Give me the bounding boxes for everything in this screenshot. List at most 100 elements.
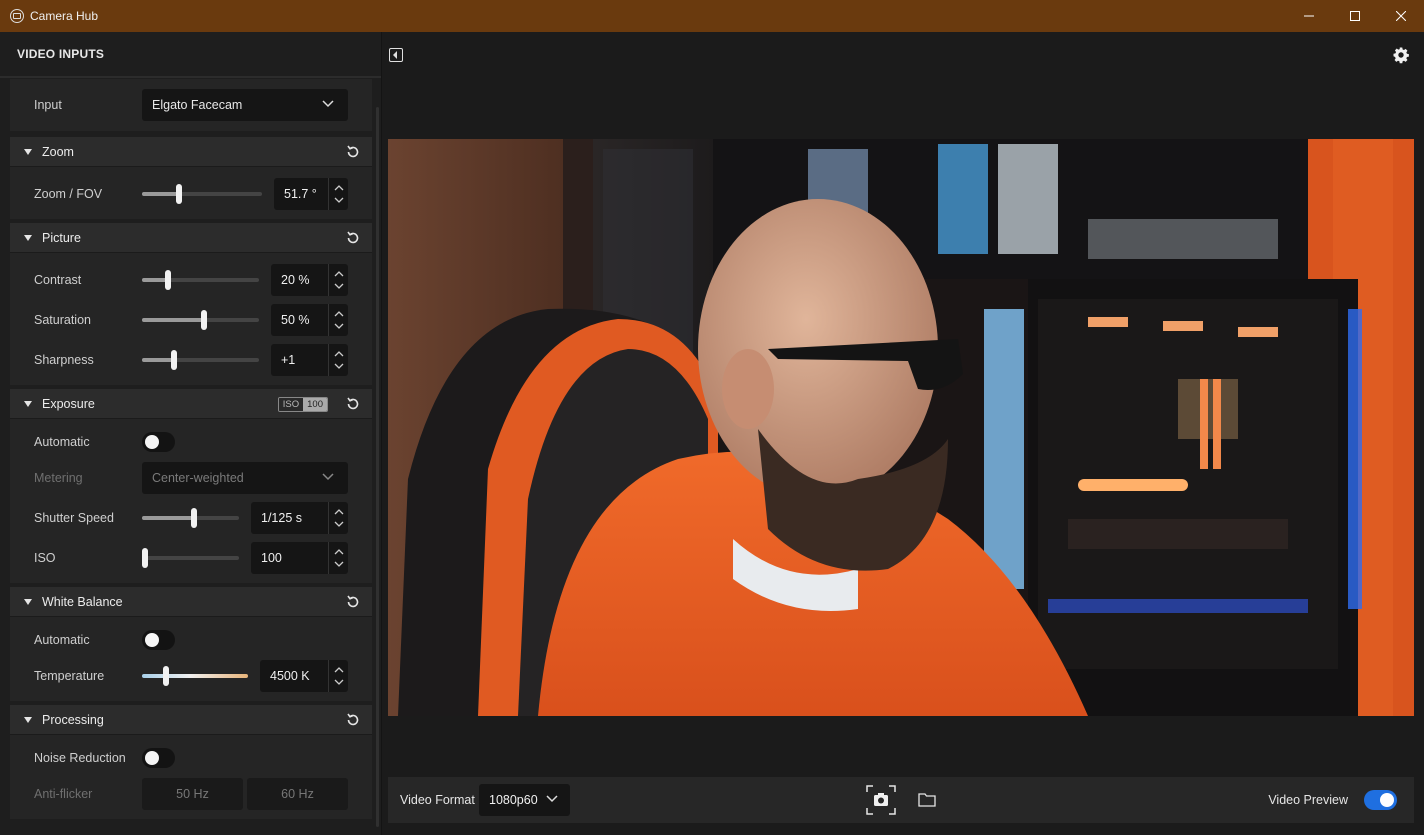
- processing-panel: Processing Noise Reduction Anti-flicker …: [10, 705, 372, 819]
- title-bar: Camera Hub: [0, 0, 1424, 32]
- metering-value: Center-weighted: [152, 471, 244, 485]
- video-format-select[interactable]: 1080p60: [479, 784, 570, 816]
- anti-flicker-60hz-button[interactable]: 60 Hz: [247, 778, 348, 810]
- slider-knob[interactable]: [165, 270, 172, 290]
- slider-knob[interactable]: [175, 184, 182, 204]
- reset-icon[interactable]: [345, 594, 361, 610]
- sharpness-slider[interactable]: [142, 350, 259, 370]
- zoom-fov-label: Zoom / FOV: [34, 187, 103, 201]
- spin-up-icon[interactable]: [334, 185, 344, 191]
- picture-panel-header[interactable]: Picture: [10, 223, 372, 253]
- exposure-automatic-toggle[interactable]: [142, 432, 175, 452]
- anti-flicker-50hz-button[interactable]: 50 Hz: [142, 778, 243, 810]
- exposure-panel: Exposure ISO 100 Automatic Metering Cent…: [10, 389, 372, 583]
- spin-down-icon[interactable]: [334, 323, 344, 329]
- white-balance-panel: White Balance Automatic Temperature 4500…: [10, 587, 372, 701]
- sharpness-label: Sharpness: [34, 353, 94, 367]
- zoom-fov-input[interactable]: 51.7 °: [274, 178, 348, 210]
- spin-up-icon[interactable]: [334, 351, 344, 357]
- contrast-label: Contrast: [34, 273, 82, 287]
- picture-panel-title: Picture: [42, 230, 81, 245]
- zoom-fov-value: 51.7 °: [284, 187, 317, 201]
- white-balance-panel-title: White Balance: [42, 594, 123, 609]
- chevron-down-icon: [322, 100, 334, 108]
- zoom-fov-slider[interactable]: [142, 184, 262, 204]
- temperature-value: 4500 K: [270, 669, 310, 683]
- video-preview-image: [388, 139, 1414, 716]
- iso-badge: ISO 100: [277, 397, 328, 412]
- white-balance-panel-header[interactable]: White Balance: [10, 587, 372, 617]
- input-label: Input: [34, 98, 62, 112]
- iso-input[interactable]: 100: [251, 542, 348, 574]
- iso-slider[interactable]: [142, 548, 239, 568]
- spin-down-icon[interactable]: [334, 197, 344, 203]
- spin-up-icon[interactable]: [334, 509, 344, 515]
- sidebar-header: VIDEO INPUTS: [0, 32, 381, 78]
- slider-knob[interactable]: [200, 310, 207, 330]
- contrast-input[interactable]: 20 %: [271, 264, 348, 296]
- iso-badge-label: ISO: [278, 398, 304, 411]
- temperature-input[interactable]: 4500 K: [260, 660, 348, 692]
- exposure-panel-header[interactable]: Exposure ISO 100: [10, 389, 372, 419]
- saturation-input[interactable]: 50 %: [271, 304, 348, 336]
- spin-up-icon[interactable]: [334, 311, 344, 317]
- folder-icon[interactable]: [918, 792, 936, 807]
- spin-down-icon[interactable]: [334, 561, 344, 567]
- spin-up-icon[interactable]: [334, 271, 344, 277]
- slider-knob[interactable]: [142, 548, 148, 568]
- shutter-speed-slider[interactable]: [142, 508, 239, 528]
- video-format-label: Video Format: [400, 793, 475, 807]
- video-inputs-sidebar: VIDEO INPUTS Input Elgato Facecam Zoom Z…: [0, 32, 382, 835]
- spin-down-icon[interactable]: [334, 363, 344, 369]
- spin-down-icon[interactable]: [334, 521, 344, 527]
- window-title: Camera Hub: [30, 9, 99, 23]
- spin-down-icon[interactable]: [334, 679, 344, 685]
- iso-value: 100: [261, 551, 282, 565]
- sharpness-value: +1: [281, 353, 296, 367]
- metering-select[interactable]: Center-weighted: [142, 462, 348, 494]
- spin-down-icon[interactable]: [334, 283, 344, 289]
- zoom-panel-header[interactable]: Zoom: [10, 137, 372, 167]
- video-format-value: 1080p60: [489, 793, 538, 807]
- exposure-automatic-label: Automatic: [34, 435, 90, 449]
- spin-up-icon[interactable]: [334, 667, 344, 673]
- shutter-speed-input[interactable]: 1/125 s: [251, 502, 348, 534]
- gear-icon[interactable]: [1392, 46, 1410, 64]
- reset-icon[interactable]: [345, 396, 361, 412]
- shutter-speed-label: Shutter Speed: [34, 511, 114, 525]
- collapse-triangle-icon: [24, 598, 32, 605]
- maximize-button[interactable]: [1332, 0, 1378, 32]
- slider-knob[interactable]: [171, 350, 178, 370]
- picture-panel: Picture Contrast 20 % Saturation 50 % Sh…: [10, 223, 372, 385]
- contrast-slider[interactable]: [142, 270, 259, 290]
- slider-knob[interactable]: [163, 666, 170, 686]
- saturation-value: 50 %: [281, 313, 310, 327]
- reset-icon[interactable]: [345, 712, 361, 728]
- close-icon: [1396, 11, 1406, 21]
- collapse-triangle-icon: [24, 234, 32, 241]
- exposure-panel-title: Exposure: [42, 396, 95, 411]
- wb-automatic-toggle[interactable]: [142, 630, 175, 650]
- video-preview-toggle[interactable]: [1364, 790, 1397, 810]
- sidebar-scrollbar[interactable]: [376, 107, 379, 827]
- temperature-slider[interactable]: [142, 666, 248, 686]
- slider-knob[interactable]: [190, 508, 197, 528]
- close-button[interactable]: [1378, 0, 1424, 32]
- camera-hub-app-icon: [10, 9, 24, 23]
- reset-icon[interactable]: [345, 230, 361, 246]
- noise-reduction-toggle[interactable]: [142, 748, 175, 768]
- video-preview-label: Video Preview: [1268, 793, 1348, 807]
- sharpness-input[interactable]: +1: [271, 344, 348, 376]
- minimize-icon: [1304, 15, 1314, 17]
- collapse-sidebar-icon[interactable]: [389, 48, 403, 62]
- bottom-toolbar: Video Format 1080p60 Video Preview: [388, 777, 1414, 823]
- input-select[interactable]: Elgato Facecam: [142, 89, 348, 121]
- minimize-button[interactable]: [1286, 0, 1332, 32]
- spin-up-icon[interactable]: [334, 549, 344, 555]
- reset-icon[interactable]: [345, 144, 361, 160]
- saturation-slider[interactable]: [142, 310, 259, 330]
- main-area: Video Format 1080p60 Video Preview: [383, 32, 1424, 835]
- collapse-triangle-icon: [24, 400, 32, 407]
- processing-panel-header[interactable]: Processing: [10, 705, 372, 735]
- snapshot-camera-icon[interactable]: [866, 785, 896, 815]
